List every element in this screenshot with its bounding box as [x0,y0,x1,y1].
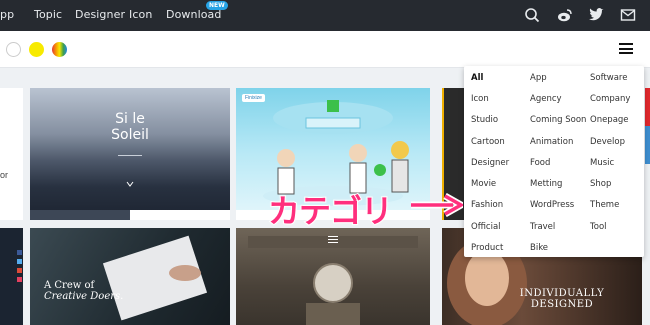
category-fashion[interactable]: Fashion [471,200,503,210]
category-shop[interactable]: Shop [590,179,611,189]
left-edge-text: or [0,170,9,180]
hamburger-icon[interactable] [619,43,633,54]
blue-side-tab[interactable] [645,126,650,164]
creative-title-line-1: A Crew of [44,280,95,291]
mail-icon[interactable] [620,7,636,23]
category-develop[interactable]: Develop [590,137,625,147]
category-coming-soon[interactable]: Coming Soon [530,115,586,125]
white-color-filter[interactable] [6,42,21,57]
divider [118,155,142,156]
category-music[interactable]: Music [590,158,614,168]
twitter-icon[interactable] [588,7,604,23]
category-wordpress[interactable]: WordPress [530,200,574,210]
category-travel[interactable]: Travel [530,222,555,232]
nav-item-topic[interactable]: Topic [34,8,62,21]
card-partial-left-top[interactable] [0,88,23,220]
new-badge: NEW [206,1,228,10]
category-annotation: カテゴリ [267,191,394,231]
category-animation[interactable]: Animation [530,137,573,147]
rainbow-color-filter[interactable] [52,42,67,57]
category-theme[interactable]: Theme [590,200,619,210]
arrow-right-icon [411,193,463,217]
category-onepage[interactable]: Onepage [590,115,629,125]
category-software[interactable]: Software [590,73,627,83]
category-all[interactable]: All [471,73,483,83]
nav-item-app[interactable]: pp [0,8,14,21]
card-title: Si le Soleil [111,111,149,143]
category-movie[interactable]: Movie [471,179,496,189]
weibo-icon[interactable] [557,7,573,23]
creative-title-line-2: Creative Doers. [44,291,124,302]
chevron-down-icon [126,181,134,187]
filter-bar [0,31,650,68]
hamburger-icon[interactable] [328,236,338,243]
individually-designed-title: INDIVIDUALLY DESIGNED [519,288,605,310]
category-cartoon[interactable]: Cartoon [471,137,505,147]
category-bike[interactable]: Bike [530,243,548,253]
category-metting[interactable]: Metting [530,179,562,189]
yellow-color-filter[interactable] [29,42,44,57]
category-official[interactable]: Official [471,222,501,232]
category-studio[interactable]: Studio [471,115,498,125]
search-icon[interactable] [524,7,540,23]
category-product[interactable]: Product [471,243,503,253]
red-side-tab[interactable] [645,88,650,126]
nav-item-designer[interactable]: Designer [75,8,125,21]
card-creative-doers[interactable]: A Crew of Creative Doers. [30,228,230,325]
card-partial-left-bottom[interactable] [0,228,23,325]
category-icon[interactable]: Icon [471,94,489,104]
category-agency[interactable]: Agency [530,94,562,104]
card-si-le-soleil[interactable]: Si le Soleil [30,88,230,220]
card-photo-studio[interactable] [236,228,430,325]
category-designer[interactable]: Designer [471,158,509,168]
category-tool[interactable]: Tool [590,222,607,232]
category-food[interactable]: Food [530,158,550,168]
category-company[interactable]: Company [590,94,630,104]
nav-item-icon[interactable]: Icon [129,8,152,21]
category-app[interactable]: App [530,73,547,83]
